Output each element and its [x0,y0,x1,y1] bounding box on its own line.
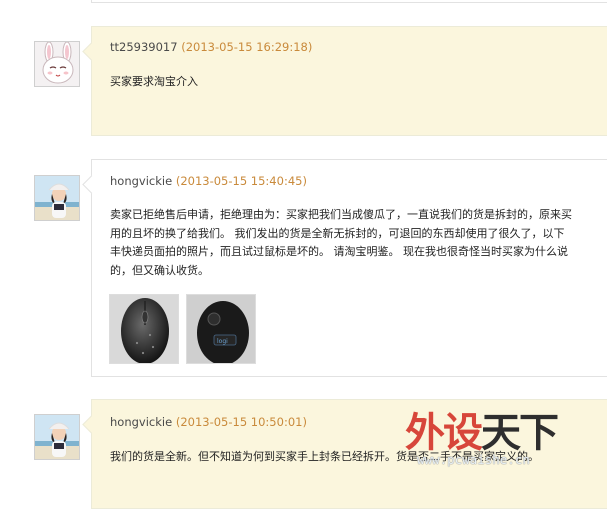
bunny-avatar-icon [35,42,79,86]
comment-body: 卖家已拒绝售后申请，拒绝理由为：买家把我们当成傻瓜了，一直说我们的货是拆封的，原… [110,206,607,280]
site-watermark: 外设天下 www.pcwaishe.cn [405,396,605,476]
user-photo-avatar-icon [35,176,79,220]
comment-line: 丰快递员面拍的照片，而且试过鼠标是坏的。 请淘宝明鉴。 现在我也很奇怪当时买家为… [110,245,568,258]
comment-line: 的，但又确认收货。 [110,263,209,277]
comment-line: 买家要求淘宝介入 [110,75,198,88]
comment-user[interactable]: tt25939017 [110,40,178,54]
svg-text:logi: logi [217,338,228,345]
avatar-user-photo[interactable] [34,175,80,221]
comment-time: (2013-05-15 10:50:01) [175,415,307,429]
comment-line: 用的且坏的换了给我们。 我们发出的货是全新无拆封的，可退回的东西却使用了很久了，… [110,226,565,240]
comment-user[interactable]: hongvickie [110,415,172,429]
attachment-thumbnail[interactable] [109,294,179,364]
comment-user[interactable]: hongvickie [110,174,172,188]
watermark-title-part1: 外设 [405,410,483,456]
previous-comment-card-edge [91,0,607,3]
mouse-photo-top-icon [110,295,178,363]
comment-line: 卖家已拒绝售后申请，拒绝理由为：买家把我们当成傻瓜了，一直说我们的货是拆封的，原… [110,208,572,221]
card-pointer [82,415,101,434]
avatar-bunny[interactable] [34,41,80,87]
comment-time: (2013-05-15 16:29:18) [181,40,313,54]
attachment-thumbnail[interactable]: logi [186,294,256,364]
card-pointer [82,175,101,194]
comment-header: hongvickie (2013-05-15 15:40:45) [110,174,307,188]
avatar-user-photo[interactable] [34,414,80,460]
watermark-title: 外设天下 [405,400,559,458]
comment-header: tt25939017 (2013-05-15 16:29:18) [110,40,312,54]
watermark-title-part2: 天下 [481,410,559,456]
comment-header: hongvickie (2013-05-15 10:50:01) [110,415,307,429]
comment-body: 买家要求淘宝介入 [110,72,607,91]
card-pointer [82,42,101,61]
mouse-photo-bottom-icon: logi [187,295,255,363]
comment-card: tt25939017 (2013-05-15 16:29:18) 买家要求淘宝介… [82,26,607,136]
comment-time: (2013-05-15 15:40:45) [175,174,307,188]
user-photo-avatar-icon [35,415,79,459]
watermark-url: www.pcwaishe.cn [417,452,530,467]
